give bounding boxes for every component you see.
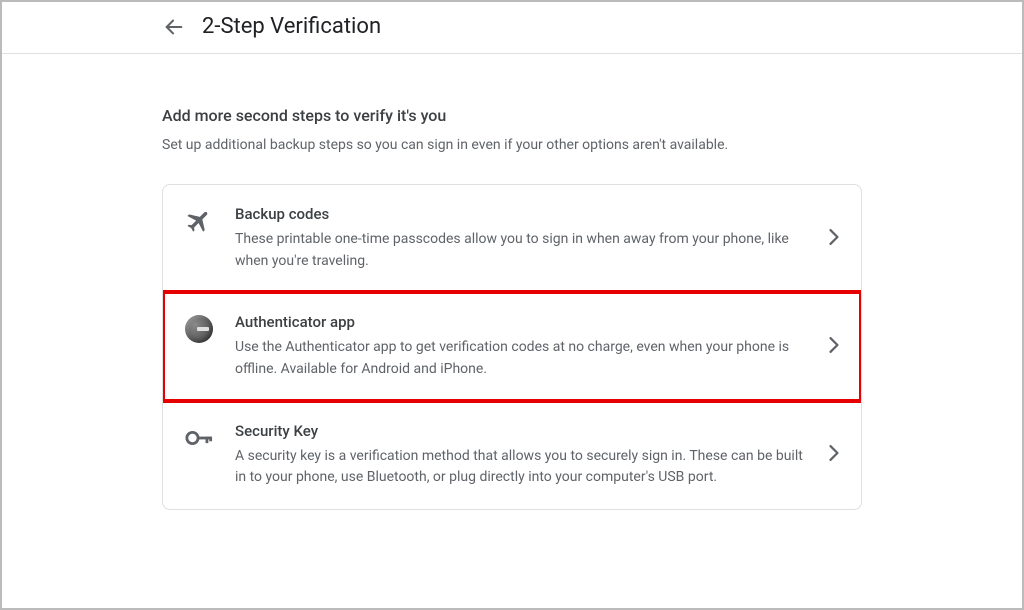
options-card: Backup codes These printable one-time pa…: [162, 184, 862, 510]
main-content: Add more second steps to verify it's you…: [2, 54, 1022, 530]
option-authenticator-app[interactable]: Authenticator app Use the Authenticator …: [163, 292, 861, 400]
chevron-right-icon: [829, 337, 839, 357]
option-body: Authenticator app Use the Authenticator …: [235, 313, 839, 380]
option-title: Authenticator app: [235, 313, 809, 331]
section-description: Set up additional backup steps so you ca…: [162, 135, 862, 156]
option-title: Backup codes: [235, 205, 809, 223]
back-arrow-icon[interactable]: [162, 15, 186, 39]
option-description: Use the Authenticator app to get verific…: [235, 337, 809, 380]
option-title: Security Key: [235, 422, 809, 440]
chevron-right-icon: [829, 445, 839, 465]
page-title: 2-Step Verification: [202, 14, 381, 39]
option-body: Security Key A security key is a verific…: [235, 422, 839, 489]
chevron-right-icon: [829, 229, 839, 249]
option-security-key[interactable]: Security Key A security key is a verific…: [163, 401, 861, 509]
option-description: These printable one-time passcodes allow…: [235, 229, 809, 272]
authenticator-icon: [185, 315, 213, 343]
option-body: Backup codes These printable one-time pa…: [235, 205, 839, 272]
airplane-icon: [185, 207, 213, 235]
key-icon: [185, 424, 213, 452]
page-header: 2-Step Verification: [2, 2, 1022, 54]
section-title: Add more second steps to verify it's you: [162, 106, 862, 125]
option-description: A security key is a verification method …: [235, 446, 809, 489]
option-backup-codes[interactable]: Backup codes These printable one-time pa…: [163, 185, 861, 292]
